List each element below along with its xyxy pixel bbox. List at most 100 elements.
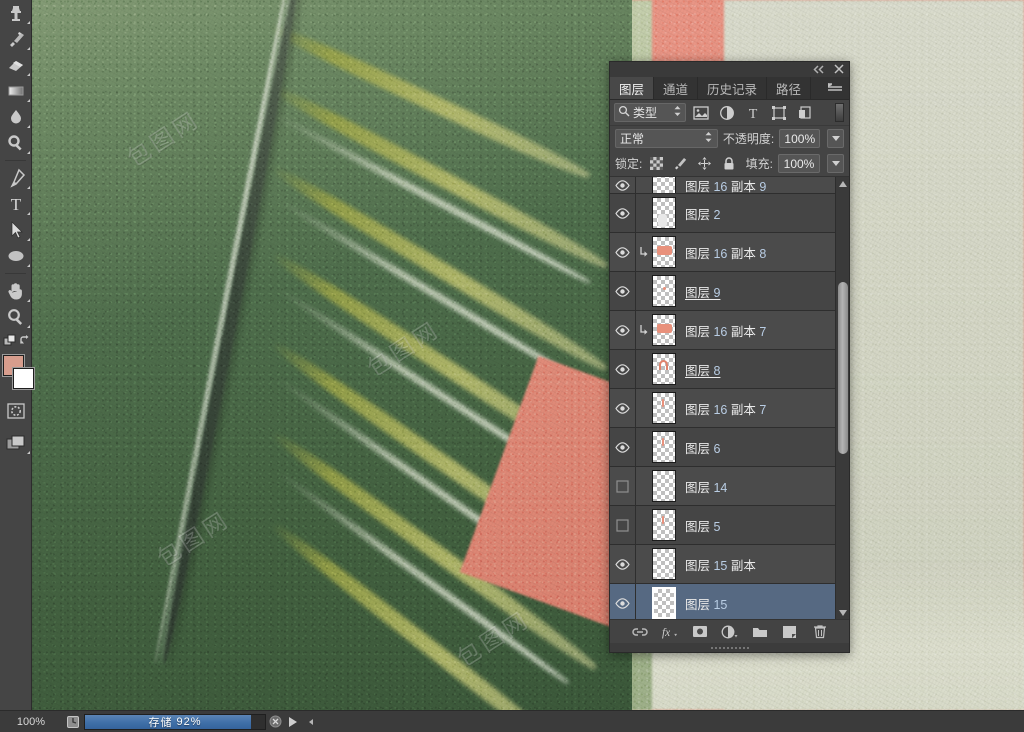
layer-name[interactable]: 图层 16 副本 8 (685, 243, 766, 262)
panel-tabs[interactable]: 图层 通道 历史记录 路径 (610, 77, 849, 100)
layer-visibility-eye-icon[interactable] (610, 545, 636, 583)
adjustment-icon[interactable] (721, 623, 738, 640)
layer-thumbnail[interactable] (652, 509, 676, 541)
lock-image-pixels-icon[interactable] (671, 154, 690, 173)
screen-mode-button[interactable] (0, 430, 32, 456)
layer-name[interactable]: 图层 2 (685, 204, 720, 223)
opacity-value[interactable]: 100% (779, 129, 821, 148)
tab-history[interactable]: 历史记录 (698, 77, 768, 99)
folder-icon[interactable] (751, 623, 768, 640)
tab-channels[interactable]: 通道 (654, 77, 699, 99)
panel-resize-grip[interactable] (610, 643, 849, 652)
color-swatches[interactable] (0, 352, 34, 398)
clone-stamp-tool[interactable] (0, 0, 32, 26)
layer-name[interactable]: 图层 16 副本 7 (685, 399, 766, 418)
filter-enable-toggle[interactable] (835, 103, 844, 122)
layer-row[interactable]: 图层 15 (610, 584, 849, 619)
fx-icon[interactable]: fx (661, 623, 678, 640)
layers-panel[interactable]: 图层 通道 历史记录 路径 类型 T 正常 不透明度: 100% 锁定: 填充:… (609, 61, 850, 653)
layer-name[interactable]: 图层 6 (685, 438, 720, 457)
collapse-icon[interactable] (813, 63, 825, 77)
gradient-tool[interactable] (0, 78, 32, 104)
lock-row[interactable]: 锁定: 填充: 100% (610, 151, 849, 176)
layer-visibility-eye-icon[interactable] (610, 233, 636, 271)
blend-mode-row[interactable]: 正常 不透明度: 100% (610, 126, 849, 151)
blend-mode-select[interactable]: 正常 (615, 129, 718, 148)
layer-row[interactable]: 图层 14 (610, 467, 849, 506)
cancel-icon[interactable] (266, 715, 284, 728)
layer-thumbnail[interactable] (652, 587, 676, 619)
layer-thumbnail[interactable] (652, 353, 676, 385)
type-tool[interactable]: T (0, 191, 32, 217)
layer-visibility-eye-icon[interactable] (610, 428, 636, 466)
lock-transparent-pixels-icon[interactable] (647, 154, 666, 173)
opacity-dropdown-button[interactable] (827, 129, 844, 148)
layer-filter-row[interactable]: 类型 T (610, 100, 849, 126)
layer-visibility-eye-icon[interactable] (610, 584, 636, 619)
layer-visibility-eye-icon[interactable] (610, 311, 636, 349)
quick-mask-toggle[interactable] (0, 398, 32, 424)
layer-row[interactable]: 图层 16 副本 9 (610, 177, 849, 194)
layer-name[interactable]: 图层 15 副本 (685, 555, 756, 574)
layer-visibility-off-icon[interactable] (610, 467, 636, 505)
filter-shape-icon[interactable] (768, 103, 790, 123)
panel-menu-icon[interactable] (827, 82, 843, 92)
layer-visibility-eye-icon[interactable] (610, 389, 636, 427)
panel-titlebar[interactable] (610, 62, 849, 77)
layer-row[interactable]: 图层 8 (610, 350, 849, 389)
layer-row[interactable]: 图层 9 (610, 272, 849, 311)
path-selection-tool[interactable] (0, 217, 32, 243)
layer-visibility-off-icon[interactable] (610, 506, 636, 544)
mask-icon[interactable] (691, 623, 708, 640)
layer-thumbnail[interactable] (652, 392, 676, 424)
history-brush-tool[interactable] (0, 26, 32, 52)
scroll-up-icon[interactable] (836, 177, 849, 190)
new-layer-icon[interactable] (781, 623, 798, 640)
fill-dropdown-button[interactable] (827, 154, 844, 173)
layer-list-scrollbar[interactable] (835, 177, 849, 619)
blur-tool[interactable] (0, 104, 32, 130)
layer-thumbnail[interactable] (652, 314, 676, 346)
layer-visibility-eye-icon[interactable] (610, 272, 636, 310)
layer-name[interactable]: 图层 9 (685, 282, 720, 301)
layer-name[interactable]: 图层 16 副本 7 (685, 321, 766, 340)
hand-tool[interactable] (0, 278, 32, 304)
document-canvas[interactable]: 包图网 包图网 包图网 包图网 包图网 包图网 (32, 0, 1024, 710)
layer-thumbnail[interactable] (652, 275, 676, 307)
background-color-swatch[interactable] (13, 368, 34, 389)
layers-panel-toolbar[interactable]: fx (610, 619, 849, 643)
layer-name[interactable]: 图层 15 (685, 594, 727, 613)
dodge-tool[interactable] (0, 130, 32, 156)
layer-thumbnail[interactable] (652, 470, 676, 502)
layer-row[interactable]: 图层 15 副本 (610, 545, 849, 584)
layer-row[interactable]: 图层 6 (610, 428, 849, 467)
layer-row[interactable]: 图层 5 (610, 506, 849, 545)
link-icon[interactable] (631, 623, 648, 640)
scrollbar-thumb[interactable] (838, 282, 848, 454)
tab-paths[interactable]: 路径 (767, 77, 812, 99)
layer-list[interactable]: 图层 16 副本 9 图层 2 图层 16 副本 8 图层 9 图层 16 副本 7 图层… (610, 176, 849, 619)
filter-smart-object-icon[interactable] (794, 103, 816, 123)
filter-adjustment-icon[interactable] (716, 103, 738, 123)
scroll-down-icon[interactable] (836, 606, 849, 619)
layer-row[interactable]: 图层 16 副本 7 (610, 311, 849, 350)
layer-thumbnail[interactable] (652, 236, 676, 268)
layer-name[interactable]: 图层 14 (685, 477, 727, 496)
ellipse-tool[interactable] (0, 243, 32, 269)
zoom-tool[interactable] (0, 304, 32, 330)
close-icon[interactable] (834, 63, 844, 77)
layer-row[interactable]: 图层 16 副本 7 (610, 389, 849, 428)
default-colors-and-swap[interactable] (0, 330, 32, 352)
fill-value[interactable]: 100% (778, 154, 820, 173)
layer-thumbnail[interactable] (652, 431, 676, 463)
zoom-level[interactable]: 100% (0, 716, 62, 728)
pen-tool[interactable] (0, 165, 32, 191)
filter-pixel-icon[interactable] (690, 103, 712, 123)
layer-name[interactable]: 图层 5 (685, 516, 720, 535)
eraser-tool[interactable] (0, 52, 32, 78)
lock-position-icon[interactable] (695, 154, 714, 173)
layer-thumbnail[interactable] (652, 177, 676, 193)
play-icon[interactable] (284, 716, 302, 728)
status-bar[interactable]: 100% 存储 92% (0, 710, 1024, 732)
layer-name[interactable]: 图层 8 (685, 360, 720, 379)
